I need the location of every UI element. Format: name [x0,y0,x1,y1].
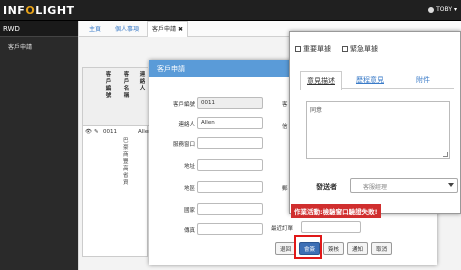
user-name: TOBY [436,6,452,13]
sender-label: 發送者 [316,183,337,191]
checkbox-icon [342,46,348,52]
dialog-button-bar: 退回 會簽 簽核 通知 取消 [275,242,393,258]
side-label: 信 [282,124,288,130]
approval-tabs: 意見描述 歷程意見 附件 [300,71,454,90]
fax-input[interactable] [197,223,263,235]
highlight-box [294,235,322,259]
field-label: 客戶編號 [172,102,195,108]
chevron-down-icon: ▾ [453,6,457,13]
user-icon [428,6,435,13]
field-label: 連絡人 [178,122,195,128]
sender-select[interactable]: 客服經理 [350,178,458,193]
side-label: 郵 [282,186,288,192]
sender-value: 客服經理 [363,184,388,191]
important-checkbox[interactable]: 重要單據 [295,44,331,54]
comment-textarea[interactable]: 同意 [306,101,450,159]
cell-id: 0011 [103,129,117,135]
field-label: 傳真 [183,228,195,234]
tab-home[interactable]: 主頁 [89,24,101,33]
region-input[interactable] [197,181,263,193]
col-header-id: 客戶編號 [105,72,112,99]
resize-handle-icon[interactable] [443,152,448,157]
side-label: 客 [282,102,288,108]
top-bar: INF O LIGHT TOBY ▾ [0,0,461,21]
tab-attachment[interactable]: 附件 [416,75,430,85]
approval-dialog: 重要單據 緊急單據 意見描述 歷程意見 附件 同意 發送者 客服經理 作業活動:… [289,31,461,218]
return-button[interactable]: 退回 [275,242,297,255]
sidebar-title: RWD [0,21,78,37]
contact-input[interactable]: Allen [197,117,263,129]
urgent-checkbox[interactable]: 緊急單據 [342,44,378,54]
col-header-contact: 連絡人 [139,72,146,92]
field-label: 國家 [183,208,195,214]
col-header-name: 客戶名稱 [123,72,130,99]
field-label: 地址 [183,164,195,170]
checkbox-icon [295,46,301,52]
tab-customer-apply[interactable]: 客戶申請 ✖ [147,21,189,37]
data-grid: 客戶編號 客戶名稱 連絡人 👁 ✎ 0011 Allen 巴豪商豐高省資 [82,67,152,257]
sidebar-item-customer-apply[interactable]: 客戶申請 [0,37,78,56]
cell-name: 巴豪商豐高省資 [123,138,129,186]
side-label: 最近訂單 [271,226,294,232]
user-menu[interactable]: TOBY ▾ [428,6,457,13]
error-message: 作業活動:檢驗窗口驗證失敗! [291,204,381,218]
edit-icon[interactable]: ✎ [94,129,99,135]
comment-text: 同意 [310,107,323,114]
chevron-down-icon [448,183,454,187]
notify-button[interactable]: 通知 [347,242,369,255]
view-icon[interactable]: 👁 [85,129,92,135]
address-input[interactable] [197,159,263,171]
tab-personal[interactable]: 個人事項 [115,24,139,33]
important-label: 重要單據 [303,45,331,53]
cancel-button[interactable]: 取消 [371,242,393,255]
tab-history-label: 歷程意見 [356,76,384,84]
logo: INF O LIGHT [3,4,75,17]
close-icon[interactable]: ✖ [178,26,183,33]
service-window-input[interactable] [197,137,263,149]
customer-id-input[interactable]: 0011 [197,97,263,109]
tab-history[interactable]: 歷程意見 [356,75,384,85]
table-row[interactable]: 👁 ✎ 0011 Allen [83,126,152,138]
grid-header: 客戶編號 客戶名稱 連絡人 [83,68,149,126]
tab-opinion[interactable]: 意見描述 [300,71,342,90]
country-input[interactable] [197,203,263,215]
tab-customer-apply-label: 客戶申請 [152,26,177,33]
field-label: 地區 [183,186,195,192]
tab-opinion-label: 意見描述 [307,77,335,85]
urgent-label: 緊急單據 [350,45,378,53]
recent-order-input[interactable] [301,221,361,233]
approve-button[interactable]: 簽核 [323,242,345,255]
field-label: 服務窗口 [172,142,195,148]
sidebar: RWD 客戶申請 [0,21,78,270]
